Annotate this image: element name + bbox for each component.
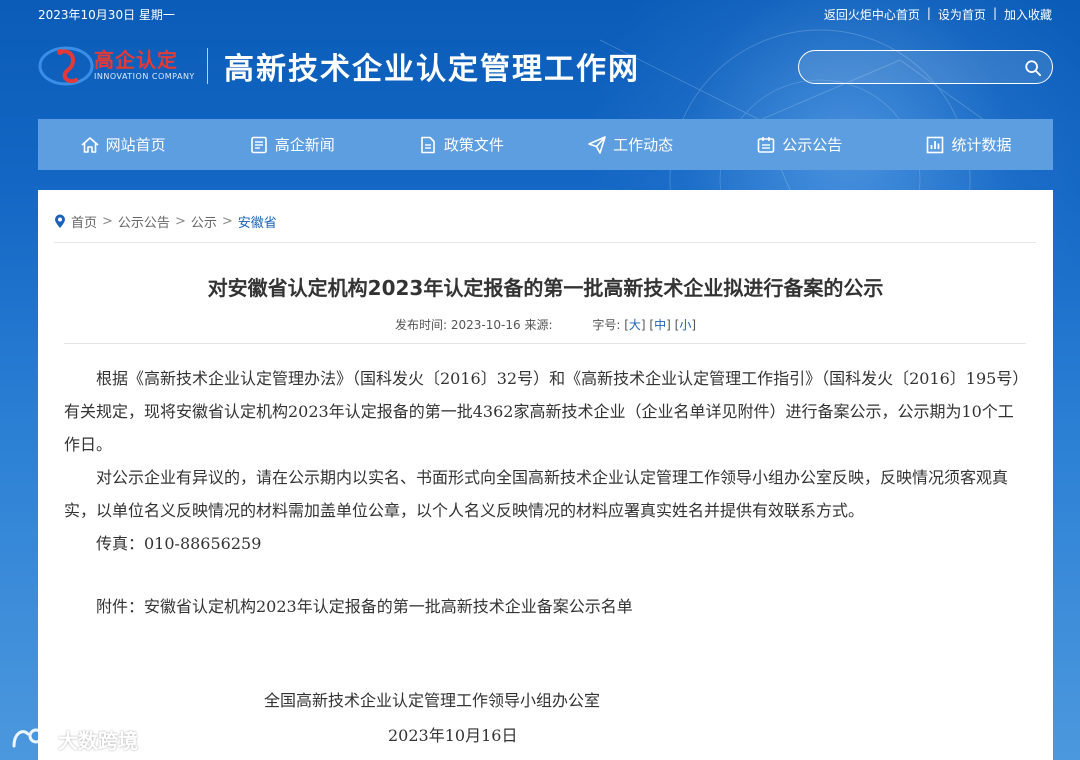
content-panel: 首页 > 公示公告 > 公示 > 安徽省 对安徽省认定机构2023年认定报备的第…	[38, 190, 1053, 760]
nav-item-notices[interactable]: 公示公告	[715, 119, 884, 170]
breadcrumb-home[interactable]: 首页	[71, 212, 97, 231]
watermark-text: 大数跨境	[58, 728, 138, 753]
nav-item-label: 高企新闻	[274, 136, 335, 154]
logo-text: 高企认定	[94, 48, 178, 72]
home-icon	[81, 136, 99, 153]
link-separator: |	[926, 6, 931, 20]
signature-date: 2023年10月16日	[388, 726, 518, 745]
font-size-medium-button[interactable]: 中	[649, 318, 670, 332]
nav-item-news[interactable]: 高企新闻	[207, 119, 376, 170]
search-icon[interactable]	[1024, 59, 1042, 77]
breadcrumb-separator: >	[221, 214, 233, 229]
nav-item-work-updates[interactable]: 工作动态	[546, 119, 715, 170]
breadcrumb-divider	[54, 242, 1036, 243]
nav-item-statistics[interactable]: 统计数据	[884, 119, 1053, 170]
meta-divider	[64, 343, 1026, 344]
chart-icon	[927, 136, 944, 153]
nav-item-label: 统计数据	[951, 136, 1012, 154]
link-separator: |	[992, 6, 997, 20]
link-set-homepage[interactable]: 设为首页	[938, 6, 986, 23]
link-torch-center-home[interactable]: 返回火炬中心首页	[824, 6, 920, 23]
current-date: 2023年10月30日 星期一	[38, 8, 175, 22]
breadcrumb-separator: >	[102, 214, 113, 229]
header-divider	[207, 48, 208, 84]
news-icon	[250, 136, 267, 153]
nav-item-policy[interactable]: 政策文件	[376, 119, 545, 170]
article-attachment-link[interactable]: 附件：安徽省认定机构2023年认定报备的第一批高新技术企业备案公示名单	[64, 590, 1024, 623]
breadcrumb: 首页 > 公示公告 > 公示 > 安徽省	[54, 212, 277, 231]
font-size-label: 字号:	[592, 318, 621, 332]
breadcrumb-publicity[interactable]: 公示	[191, 212, 217, 231]
top-bar: 2023年10月30日 星期一 返回火炬中心首页 | 设为首页 | 加入收藏	[0, 0, 1080, 28]
location-pin-icon	[55, 214, 65, 228]
nav-item-label: 公示公告	[782, 136, 843, 154]
notice-icon	[757, 136, 775, 153]
font-size-small-button[interactable]: 小	[675, 318, 696, 332]
search-box	[798, 50, 1053, 84]
breadcrumb-current[interactable]: 安徽省	[238, 212, 277, 231]
search-input[interactable]	[811, 57, 1021, 79]
watermark-icon	[12, 728, 54, 748]
article-meta: 发布时间: 2023-10-16 来源: 字号: 大 中 小	[38, 316, 1053, 333]
article-paragraph: 对公示企业有异议的，请在公示期内以实名、书面形式向全国高新技术企业认定管理工作领…	[64, 468, 1009, 520]
paper-plane-icon	[588, 135, 606, 154]
article-body: 根据《高新技术企业认定管理办法》（国科发火〔2016〕32号）和《高新技术企业认…	[64, 362, 1024, 623]
site-title: 高新技术企业认定管理工作网	[224, 52, 640, 87]
site-logo[interactable]: 高企认定 INNOVATION COMPANY	[38, 38, 198, 94]
logo-subtext: INNOVATION COMPANY	[94, 72, 195, 81]
source-label: 来源:	[524, 318, 553, 332]
nav-item-home[interactable]: 网站首页	[38, 119, 207, 170]
nav-item-label: 政策文件	[443, 136, 504, 154]
logo-swirl-icon	[38, 46, 94, 86]
article-fax: 传真：010-88656259	[96, 534, 262, 553]
publish-label: 发布时间:	[394, 318, 448, 332]
document-icon	[421, 136, 435, 153]
font-size-large-button[interactable]: 大	[624, 318, 645, 332]
watermark-logo: 大数跨境	[10, 724, 138, 754]
main-nav: 网站首页 高企新闻 政策文件 工作动态 公示公告 统计数据	[38, 119, 1053, 170]
nav-item-label: 工作动态	[613, 136, 674, 154]
breadcrumb-notices[interactable]: 公示公告	[118, 212, 170, 231]
top-links: 返回火炬中心首页 | 设为首页 | 加入收藏	[824, 6, 1052, 23]
signature-organization: 全国高新技术企业认定管理工作领导小组办公室	[264, 691, 601, 710]
publish-date: 2023-10-16	[450, 318, 521, 332]
link-add-favorite[interactable]: 加入收藏	[1004, 6, 1052, 23]
article-paragraph: 根据《高新技术企业认定管理办法》（国科发火〔2016〕32号）和《高新技术企业认…	[64, 369, 1021, 454]
nav-item-label: 网站首页	[105, 136, 166, 154]
breadcrumb-separator: >	[174, 214, 186, 229]
article-title: 对安徽省认定机构2023年认定报备的第一批高新技术企业拟进行备案的公示	[207, 276, 884, 300]
